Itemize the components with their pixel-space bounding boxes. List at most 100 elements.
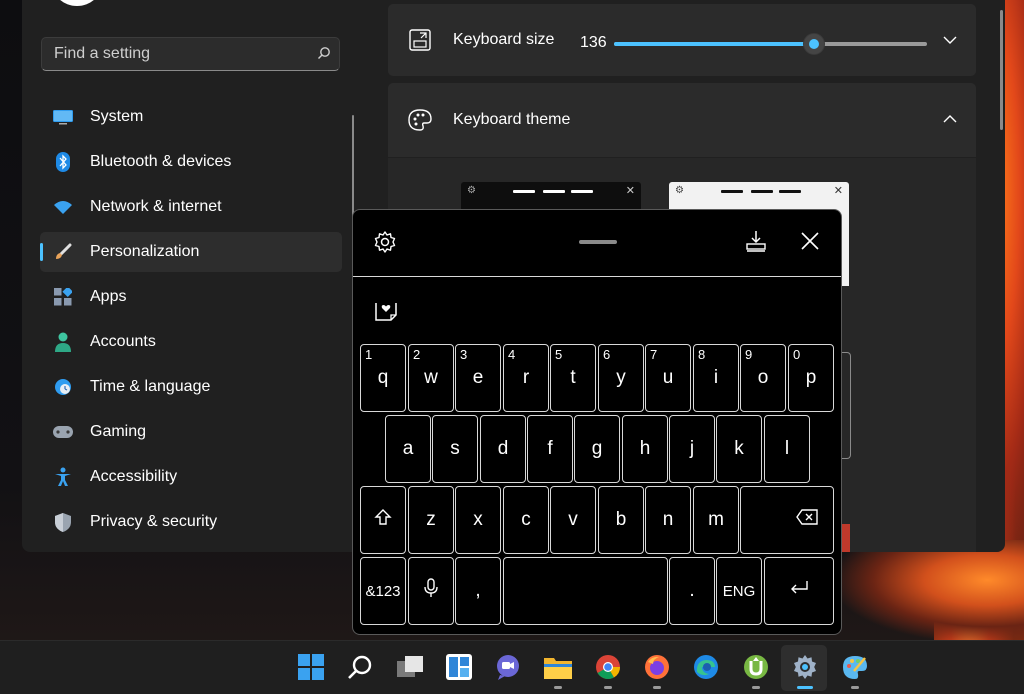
running-indicator bbox=[851, 686, 859, 689]
key-g[interactable]: g bbox=[574, 415, 620, 483]
monitor-icon bbox=[52, 106, 74, 128]
shift-icon bbox=[374, 508, 392, 532]
sidebar-item-label: Personalization bbox=[90, 243, 200, 260]
key-y[interactable]: 6y bbox=[598, 344, 644, 412]
wifi-icon bbox=[52, 196, 74, 218]
sidebar-item-label: Gaming bbox=[90, 423, 147, 440]
comma-key[interactable]: , bbox=[455, 557, 501, 625]
key-s[interactable]: s bbox=[432, 415, 478, 483]
sidebar-item-network[interactable]: Network & internet bbox=[40, 187, 342, 227]
keyboard-resize-icon bbox=[408, 28, 432, 52]
edge-icon[interactable] bbox=[691, 652, 721, 682]
chevron-up-icon[interactable] bbox=[940, 109, 960, 129]
key-e[interactable]: 3e bbox=[455, 344, 501, 412]
chevron-down-icon[interactable] bbox=[940, 30, 960, 50]
keyboard-size-value: 136 bbox=[580, 34, 607, 51]
task-view-icon[interactable] bbox=[396, 652, 426, 682]
running-indicator bbox=[604, 686, 612, 689]
sidebar-item-personalization[interactable]: Personalization bbox=[40, 232, 342, 272]
microphone-icon bbox=[424, 578, 438, 604]
globe-clock-icon bbox=[52, 376, 74, 398]
keyboard-size-slider[interactable] bbox=[614, 33, 927, 55]
theme-preview-dark[interactable]: ⚙ ✕ bbox=[461, 182, 641, 210]
utorrent-icon[interactable] bbox=[741, 652, 771, 689]
shift-key[interactable] bbox=[360, 486, 406, 554]
space-key[interactable] bbox=[503, 557, 668, 625]
sidebar-item-gaming[interactable]: Gaming bbox=[40, 412, 342, 452]
sidebar-item-label: Bluetooth & devices bbox=[90, 153, 232, 170]
key-u[interactable]: 7u bbox=[645, 344, 691, 412]
sidebar-item-label: Accessibility bbox=[90, 468, 178, 485]
running-indicator bbox=[653, 686, 661, 689]
keyboard-theme-card[interactable]: Keyboard theme bbox=[388, 83, 976, 157]
key-j[interactable]: j bbox=[669, 415, 715, 483]
dock-icon[interactable] bbox=[745, 230, 767, 257]
close-icon[interactable] bbox=[799, 230, 821, 257]
key-d[interactable]: d bbox=[480, 415, 526, 483]
key-o[interactable]: 9o bbox=[740, 344, 786, 412]
keyboard-header bbox=[353, 210, 841, 277]
windows-start-icon[interactable] bbox=[296, 652, 326, 682]
keyboard-size-label: Keyboard size bbox=[453, 31, 555, 48]
sidebar-item-privacy[interactable]: Privacy & security bbox=[40, 502, 342, 542]
settings-icon[interactable] bbox=[790, 652, 820, 682]
key-i[interactable]: 8i bbox=[693, 344, 739, 412]
avatar[interactable] bbox=[52, 0, 102, 6]
key-b[interactable]: b bbox=[598, 486, 644, 554]
key-v[interactable]: v bbox=[550, 486, 596, 554]
theme-preview-partial[interactable] bbox=[842, 352, 851, 459]
key-n[interactable]: n bbox=[645, 486, 691, 554]
theme-preview-red[interactable] bbox=[842, 524, 850, 552]
sidebar-nav: System Bluetooth & devices Network & int… bbox=[40, 97, 342, 547]
mic-key[interactable] bbox=[408, 557, 454, 625]
key-l[interactable]: l bbox=[764, 415, 810, 483]
backspace-key[interactable] bbox=[740, 486, 834, 554]
key-r[interactable]: 4r bbox=[503, 344, 549, 412]
teams-chat-icon[interactable] bbox=[493, 652, 523, 682]
search-icon[interactable] bbox=[309, 46, 339, 63]
key-f[interactable]: f bbox=[527, 415, 573, 483]
key-c[interactable]: c bbox=[503, 486, 549, 554]
emoji-panel-icon[interactable] bbox=[374, 298, 398, 327]
file-explorer-icon[interactable] bbox=[543, 652, 573, 689]
bluetooth-icon bbox=[52, 151, 74, 173]
backspace-icon bbox=[796, 509, 818, 531]
key-t[interactable]: 5t bbox=[550, 344, 596, 412]
period-key[interactable]: . bbox=[669, 557, 715, 625]
chrome-icon[interactable] bbox=[593, 652, 623, 689]
gear-icon[interactable] bbox=[373, 230, 397, 259]
gamepad-icon bbox=[52, 421, 74, 443]
sidebar-item-apps[interactable]: Apps bbox=[40, 277, 342, 317]
close-icon: ✕ bbox=[833, 185, 843, 197]
key-k[interactable]: k bbox=[716, 415, 762, 483]
sidebar-item-accessibility[interactable]: Accessibility bbox=[40, 457, 342, 497]
widgets-icon[interactable] bbox=[444, 652, 474, 682]
running-indicator bbox=[554, 686, 562, 689]
search-icon[interactable] bbox=[345, 652, 375, 682]
key-z[interactable]: z bbox=[408, 486, 454, 554]
key-a[interactable]: a bbox=[385, 415, 431, 483]
search-box[interactable] bbox=[41, 37, 340, 71]
sidebar-item-accounts[interactable]: Accounts bbox=[40, 322, 342, 362]
palette-icon bbox=[408, 108, 432, 132]
key-h[interactable]: h bbox=[622, 415, 668, 483]
key-x[interactable]: x bbox=[455, 486, 501, 554]
key-m[interactable]: m bbox=[693, 486, 739, 554]
sidebar-item-system[interactable]: System bbox=[40, 97, 342, 137]
preview-handle bbox=[571, 190, 593, 193]
symbols-key[interactable]: &123 bbox=[360, 557, 406, 625]
enter-key[interactable] bbox=[764, 557, 834, 625]
key-p[interactable]: 0p bbox=[788, 344, 834, 412]
preview-handle bbox=[779, 190, 801, 193]
sidebar-item-label: Accounts bbox=[90, 333, 156, 350]
search-input[interactable] bbox=[42, 44, 309, 64]
sidebar-item-time-language[interactable]: Time & language bbox=[40, 367, 342, 407]
key-w[interactable]: 2w bbox=[408, 344, 454, 412]
sidebar-item-bluetooth[interactable]: Bluetooth & devices bbox=[40, 142, 342, 182]
content-scrollbar[interactable] bbox=[1000, 10, 1003, 130]
firefox-icon[interactable] bbox=[642, 652, 672, 689]
paint-icon[interactable] bbox=[840, 652, 870, 689]
key-q[interactable]: 1q bbox=[360, 344, 406, 412]
language-key[interactable]: ENG bbox=[716, 557, 762, 625]
drag-handle[interactable] bbox=[579, 240, 617, 244]
